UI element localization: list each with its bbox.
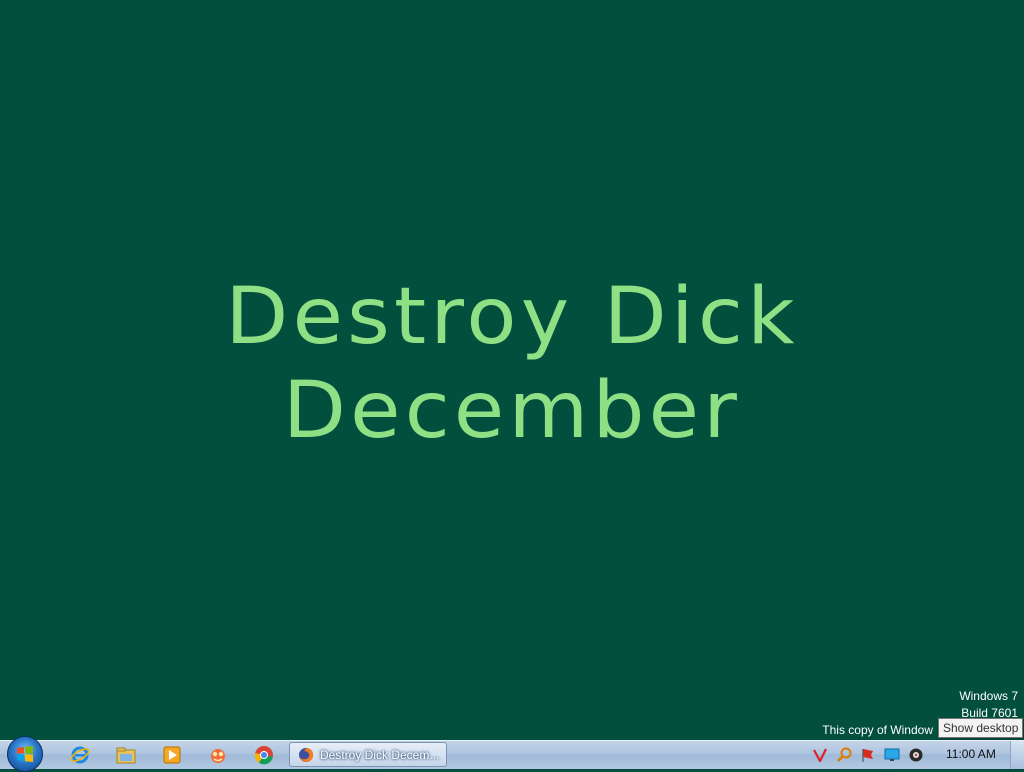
media-player-icon (163, 746, 181, 764)
show-desktop-button[interactable] (1010, 741, 1024, 769)
chrome-icon (254, 746, 273, 765)
network-icon[interactable] (884, 747, 900, 763)
pinned-file-explorer[interactable] (106, 743, 146, 767)
action-center-flag-icon[interactable] (860, 747, 876, 763)
system-tray (812, 744, 924, 766)
wallpaper-headline: Destroy Dick December (0, 270, 1024, 458)
volume-icon[interactable] (908, 747, 924, 763)
vodafone-icon[interactable] (812, 747, 828, 763)
file-explorer-icon (116, 747, 136, 764)
show-desktop-tooltip: Show desktop (938, 718, 1024, 738)
headline-line-2: December (282, 366, 742, 456)
pinned-chrome[interactable] (244, 743, 284, 767)
internet-explorer-icon (70, 746, 90, 764)
taskbar: Destroy Dick Decem... 11:00 AM (0, 736, 1024, 772)
firefox-icon (299, 747, 314, 762)
taskbar-button-firefox[interactable]: Destroy Dick Decem... (289, 742, 447, 767)
pinned-app[interactable] (198, 743, 238, 767)
desktop[interactable]: Destroy Dick December Windows 7 Build 76… (0, 0, 1024, 740)
pinned-media-player[interactable] (152, 743, 192, 767)
watermark-line-1: Windows 7 (959, 689, 1018, 703)
windows-orb-icon (17, 746, 33, 762)
headline-line-1: Destroy Dick (225, 272, 799, 362)
clock[interactable]: 11:00 AM (946, 747, 996, 761)
start-button[interactable] (7, 736, 43, 772)
watermark-line-3: This copy of Window (822, 723, 933, 737)
app-icon (211, 749, 225, 763)
taskbar-button-label: Destroy Dick Decem... (320, 747, 440, 762)
search-tool-icon[interactable] (836, 747, 852, 763)
pinned-internet-explorer[interactable] (60, 743, 100, 767)
